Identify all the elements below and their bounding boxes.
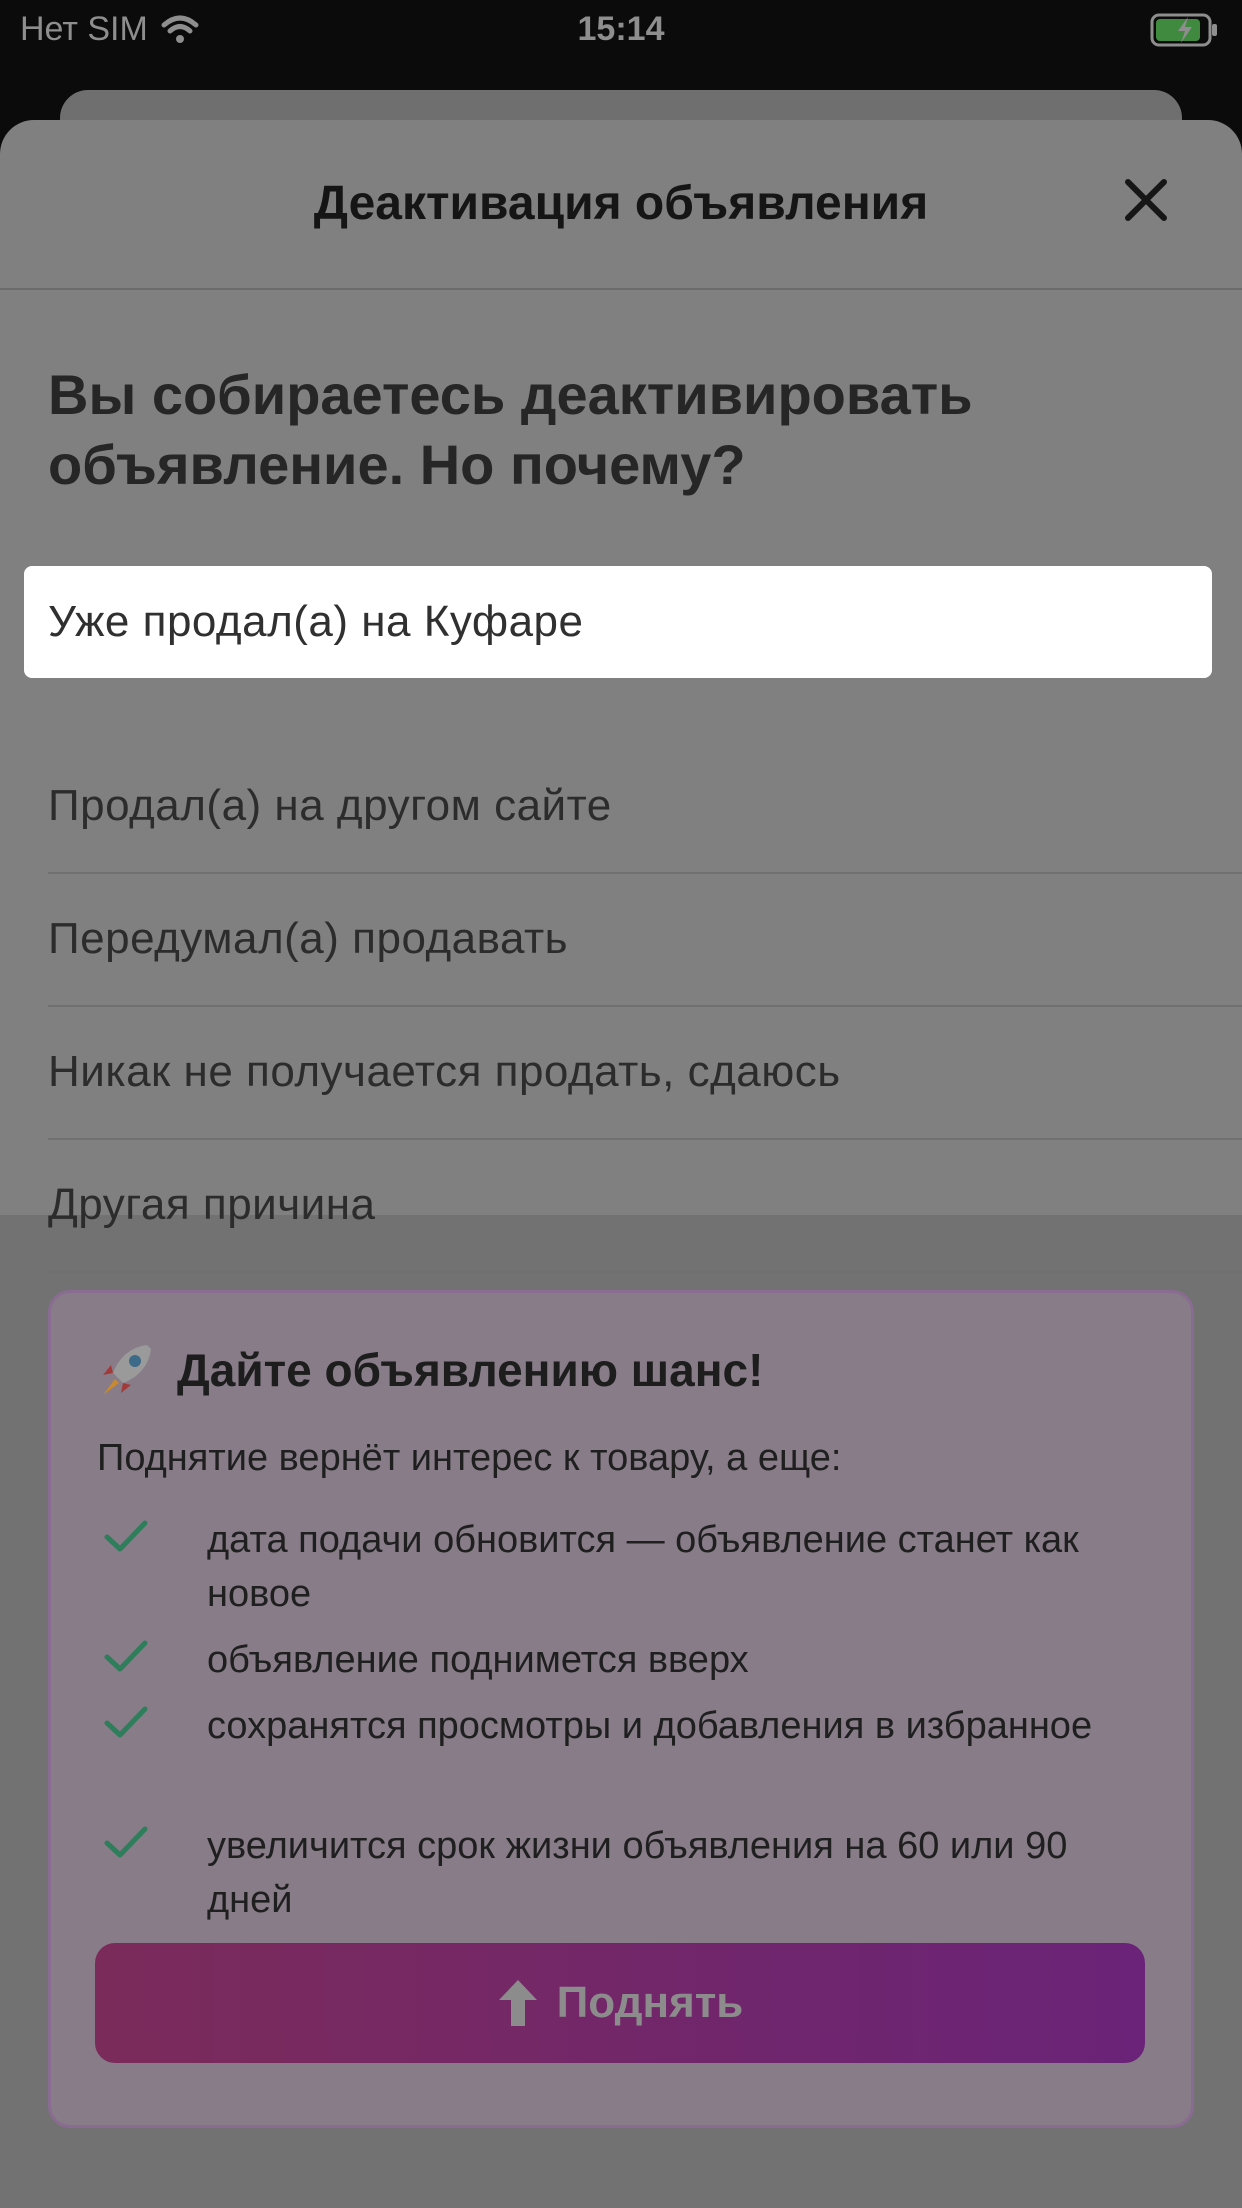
promo-header: Дайте объявлению шанс! [95,1339,763,1401]
close-icon [1125,179,1167,221]
option-cannot-sell[interactable]: Никак не получается продать, сдаюсь [48,1006,1242,1140]
check-icon [104,1520,148,1552]
boost-promo-card: Дайте объявлению шанс! Поднятие вернёт и… [48,1290,1194,2128]
question-heading: Вы собираетесь деактивировать объявление… [48,363,973,496]
option-label: Никак не получается продать, сдаюсь [48,1047,841,1096]
sheet-header: Деактивация объявления [0,120,1242,290]
status-bar: Нет SIM 15:14 [0,0,1242,64]
option-other-reason[interactable]: Другая причина [48,1139,1242,1273]
rocket-icon [103,1345,151,1395]
deactivation-sheet: Деактивация объявления Вы собираетесь де… [0,120,1242,2208]
check-icon [104,1706,148,1738]
promo-subtitle: Поднятие вернёт интерес к товару, а еще: [97,1437,842,1479]
raise-button-label: Поднять [556,1978,744,2027]
sheet-title: Деактивация объявления [313,177,929,230]
benefit-text: увеличится срок жизни объявления на 60 и… [207,1825,1068,1921]
raise-button[interactable]: Поднять [95,1943,1145,2063]
benefit-text: объявление поднимется вверх [207,1639,749,1681]
option-label: Продал(а) на другом сайте [48,781,612,830]
option-label: Уже продал(а) на Куфаре [48,597,584,646]
option-changed-mind[interactable]: Передумал(а) продавать [48,873,1242,1007]
battery-charging-icon [1150,12,1220,57]
check-icon [104,1826,148,1858]
promo-title: Дайте объявлению шанс! [177,1344,764,1396]
option-sold-on-kufar[interactable]: Уже продал(а) на Куфаре [24,566,1212,678]
option-label: Передумал(а) продавать [48,914,569,963]
benefit-text: дата подачи обновится — объявление стане… [207,1519,1079,1615]
close-button[interactable] [1118,172,1174,228]
benefit-text: сохранятся просмотры и добавления в избр… [207,1705,1093,1747]
option-label: Другая причина [48,1180,376,1229]
check-icon [104,1640,148,1672]
status-time: 15:14 [577,10,665,48]
option-sold-elsewhere[interactable]: Продал(а) на другом сайте [48,740,1242,874]
arrow-up-icon [498,1980,537,2026]
